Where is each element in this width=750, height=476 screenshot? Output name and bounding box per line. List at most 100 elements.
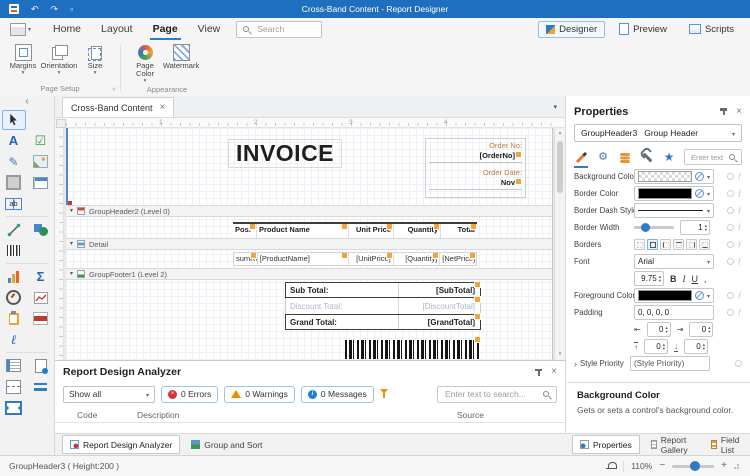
analyzer-column-description[interactable]: Description bbox=[137, 410, 457, 420]
tab-report-gallery[interactable]: Report Gallery bbox=[643, 435, 700, 454]
behavior-tab-gears-icon[interactable]: ⚙ bbox=[596, 150, 610, 164]
tab-list-caret-icon[interactable]: ▾ bbox=[553, 103, 557, 111]
italic-toggle[interactable]: I bbox=[683, 274, 686, 284]
header-cell-quantity[interactable]: Quantity bbox=[394, 224, 441, 238]
strikeout-toggle[interactable]: , bbox=[704, 274, 707, 284]
line-tool-button[interactable] bbox=[2, 220, 26, 240]
richtext-tool-button[interactable]: ✎ bbox=[2, 152, 26, 172]
header-cell-product-name[interactable]: Product Name bbox=[257, 224, 349, 238]
header-cell-pos[interactable]: Pos. bbox=[233, 224, 257, 238]
background-color-editor[interactable] bbox=[634, 169, 714, 184]
sparkline-tool-button[interactable] bbox=[29, 288, 53, 308]
window-menu-icon[interactable] bbox=[10, 23, 26, 36]
panel-tool-button[interactable] bbox=[2, 173, 26, 193]
analyzer-column-code[interactable]: Code bbox=[77, 410, 137, 420]
report-page[interactable]: INVOICE Order No: [OrderNo] Order Date: … bbox=[66, 128, 553, 360]
smart-tag-icon[interactable] bbox=[250, 253, 257, 259]
header-cell-unit-price[interactable]: Unit Price bbox=[349, 224, 394, 238]
group-header3-band[interactable]: INVOICE Order No: [OrderNo] Order Date: … bbox=[66, 128, 552, 205]
label-tool-button[interactable]: A bbox=[2, 131, 26, 151]
reset-indicator-icon[interactable] bbox=[727, 241, 734, 248]
page-break-tool-button[interactable] bbox=[2, 377, 26, 397]
smart-tag-icon[interactable] bbox=[474, 313, 481, 320]
smart-tag-icon[interactable] bbox=[386, 253, 393, 259]
tab-group-and-sort[interactable]: Group and Sort bbox=[183, 435, 270, 454]
totals-table[interactable]: Sub Total: [SubTotal] Discount Total: [D… bbox=[285, 282, 481, 330]
zoom-out-button[interactable]: − bbox=[659, 461, 665, 471]
zoom-slider-thumb[interactable] bbox=[690, 461, 700, 471]
checkbox-tool-button[interactable]: ☑ bbox=[29, 131, 53, 151]
cross-band-line-tool-button[interactable] bbox=[29, 377, 53, 397]
detail-cell-unit-price[interactable]: [UnitPrice] bbox=[349, 253, 394, 265]
smart-tag-icon[interactable] bbox=[470, 224, 477, 230]
padding-left-spinner[interactable]: 0 ▴▾ bbox=[647, 322, 671, 337]
pin-icon[interactable] bbox=[534, 368, 543, 377]
reset-indicator-icon[interactable] bbox=[727, 173, 734, 180]
pdf-content-tool-button[interactable] bbox=[29, 309, 53, 329]
analyzer-search-box[interactable] bbox=[437, 386, 557, 403]
close-icon[interactable]: × bbox=[736, 107, 742, 117]
smart-tag-icon[interactable] bbox=[474, 296, 481, 303]
picture-tool-button[interactable] bbox=[29, 152, 53, 172]
margins-button[interactable]: Margins ▾ bbox=[6, 43, 40, 76]
smart-tag-icon[interactable] bbox=[341, 253, 348, 259]
scripts-mode-button[interactable]: Scripts bbox=[681, 21, 742, 38]
order-date-field[interactable]: Nov bbox=[429, 178, 522, 190]
smart-tag-icon[interactable] bbox=[386, 224, 393, 230]
padding-right-spinner[interactable]: 0 ▴▾ bbox=[689, 322, 713, 337]
borders-none-toggle[interactable] bbox=[634, 239, 645, 250]
band-collapse-icon[interactable]: ▾ bbox=[70, 271, 73, 277]
data-tab-database-icon[interactable] bbox=[618, 150, 632, 164]
tools-tab-wrench-icon[interactable] bbox=[640, 150, 654, 164]
border-dash-style-editor[interactable] bbox=[634, 203, 714, 218]
order-no-field[interactable]: [OrderNo] bbox=[429, 151, 522, 163]
smart-tag-icon[interactable] bbox=[341, 224, 348, 230]
reset-indicator-icon[interactable] bbox=[727, 207, 734, 214]
zoom-slider[interactable] bbox=[672, 465, 714, 468]
quick-access-pin-icon[interactable]: ▫ bbox=[70, 0, 73, 18]
expression-icon[interactable]: ƒ bbox=[738, 223, 743, 232]
chart-tool-button[interactable] bbox=[2, 267, 26, 287]
band-collapse-icon[interactable]: ▾ bbox=[70, 241, 73, 247]
undo-icon[interactable]: ↶ bbox=[31, 0, 39, 18]
messages-filter-button[interactable]: i 0 Messages bbox=[301, 386, 374, 403]
reset-indicator-icon[interactable] bbox=[727, 258, 734, 265]
smart-tag-icon[interactable] bbox=[474, 281, 481, 288]
barcode-tool-button[interactable] bbox=[2, 241, 26, 261]
character-comb-tool-button[interactable]: ab bbox=[2, 194, 26, 214]
analyzer-filter-select[interactable]: Show all bbox=[63, 386, 155, 403]
borders-right-toggle[interactable] bbox=[686, 239, 697, 250]
vertical-scrollbar[interactable]: ▴ ▾ bbox=[554, 128, 565, 360]
detail-cell-sumrec[interactable]: sumRec bbox=[234, 253, 258, 265]
reset-indicator-icon[interactable] bbox=[727, 309, 734, 316]
smart-tag-icon[interactable] bbox=[515, 178, 522, 185]
reset-indicator-icon[interactable] bbox=[727, 292, 734, 299]
ribbon-tab-home[interactable]: Home bbox=[43, 18, 91, 40]
tab-field-list[interactable]: Field List bbox=[703, 435, 750, 454]
expression-icon[interactable]: ƒ bbox=[738, 291, 743, 300]
selected-control-dropdown[interactable]: GroupHeader3 Group Header bbox=[574, 124, 742, 142]
detail-cell-net-price[interactable]: [NetPrice] bbox=[440, 253, 476, 265]
properties-search-box[interactable] bbox=[684, 149, 742, 165]
spinner-arrows-icon[interactable]: ▴▾ bbox=[708, 326, 710, 333]
smart-tag-icon[interactable] bbox=[515, 151, 522, 158]
pointer-tool-button[interactable] bbox=[2, 110, 26, 130]
size-button[interactable]: Size ▾ bbox=[78, 43, 112, 76]
dialog-launcher-icon[interactable]: « bbox=[112, 84, 116, 96]
reset-indicator-icon[interactable] bbox=[735, 360, 742, 367]
style-priority-editor[interactable]: (Style Priority) bbox=[630, 356, 710, 371]
foreground-color-editor[interactable] bbox=[634, 288, 714, 303]
ribbon-search-box[interactable] bbox=[236, 21, 322, 38]
barcode-control[interactable] bbox=[345, 340, 480, 359]
padding-bottom-spinner[interactable]: 0 ▴▾ bbox=[684, 339, 708, 354]
document-tab[interactable]: Cross-Band Content × bbox=[62, 97, 174, 117]
underline-toggle[interactable]: U bbox=[692, 274, 699, 284]
tab-report-design-analyzer[interactable]: Report Design Analyzer bbox=[62, 435, 180, 454]
orientation-button[interactable]: Orientation ▾ bbox=[42, 43, 76, 76]
tab-properties[interactable]: Properties bbox=[572, 435, 640, 454]
slider-thumb[interactable] bbox=[641, 223, 650, 232]
sub-total-row[interactable]: Sub Total: [SubTotal] bbox=[285, 282, 481, 298]
expand-chevron-icon[interactable]: › bbox=[574, 359, 577, 369]
appearance-tab-brush-icon[interactable] bbox=[574, 150, 588, 164]
reset-indicator-icon[interactable] bbox=[727, 224, 734, 231]
